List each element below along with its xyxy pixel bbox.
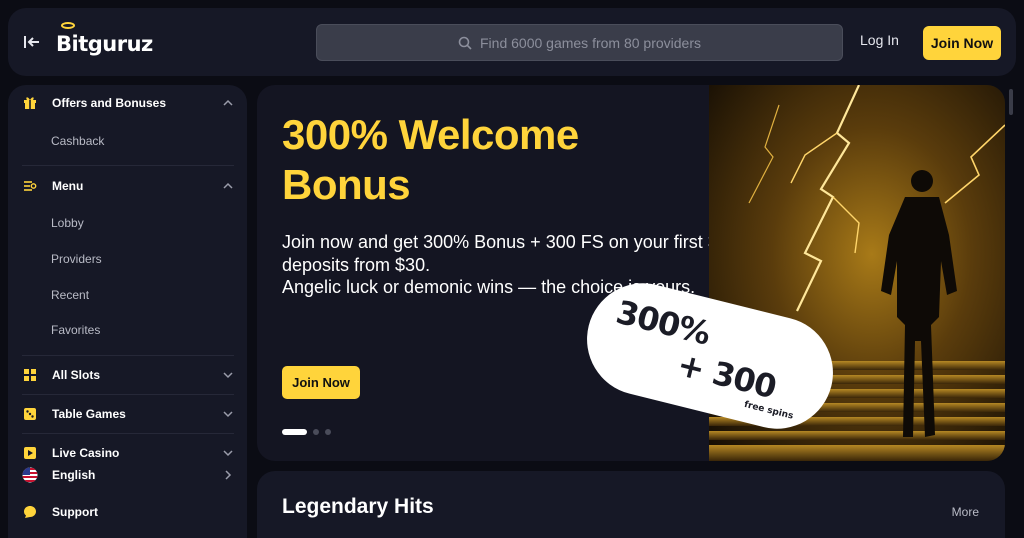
section-title: Legendary Hits xyxy=(282,495,434,518)
sidebar-offers-bonuses[interactable]: Offers and Bonuses xyxy=(22,91,234,115)
login-button[interactable]: Log In xyxy=(860,32,899,48)
sidebar-live-casino[interactable]: Live Casino xyxy=(22,441,234,465)
chevron-down-icon xyxy=(223,372,233,379)
support-link[interactable]: Support xyxy=(22,500,234,524)
sidebar-item-lobby[interactable]: Lobby xyxy=(51,216,84,230)
logo-text: Bitguruz xyxy=(56,22,153,56)
chat-icon xyxy=(22,504,38,520)
dice-icon xyxy=(22,406,38,422)
top-bar: Bitguruz Find 6000 games from 80 provide… xyxy=(8,8,1016,76)
sidebar: Offers and Bonuses Cashback Menu Lobby P… xyxy=(8,85,247,538)
scrollbar[interactable] xyxy=(1009,89,1013,115)
search-placeholder: Find 6000 games from 80 providers xyxy=(480,34,701,51)
badge-percent: 300% xyxy=(612,292,714,353)
collapse-sidebar-icon[interactable] xyxy=(22,32,42,52)
language-selector[interactable]: English xyxy=(22,463,234,487)
chevron-up-icon xyxy=(223,182,233,189)
sidebar-item-recent[interactable]: Recent xyxy=(51,288,89,302)
sidebar-item-cashback[interactable]: Cashback xyxy=(51,134,104,148)
sidebar-menu[interactable]: Menu xyxy=(22,174,234,198)
sidebar-divider xyxy=(22,355,234,356)
chevron-down-icon xyxy=(223,411,233,418)
menu-icon xyxy=(22,178,38,194)
search-icon xyxy=(458,36,472,50)
more-link[interactable]: More xyxy=(952,505,979,519)
banner-title: 300% Welcome Bonus xyxy=(282,111,579,208)
logo-ring xyxy=(61,22,75,29)
sidebar-divider xyxy=(22,394,234,395)
carousel-dot[interactable] xyxy=(325,429,331,435)
chevron-down-icon xyxy=(223,450,233,457)
sidebar-item-favorites[interactable]: Favorites xyxy=(51,323,100,337)
slots-icon xyxy=(22,367,38,383)
sidebar-table-games[interactable]: Table Games xyxy=(22,402,234,426)
logo[interactable]: Bitguruz xyxy=(56,22,153,62)
search-input[interactable]: Find 6000 games from 80 providers xyxy=(316,24,843,61)
legendary-hits-section: Legendary Hits More xyxy=(257,471,1005,538)
carousel-dot[interactable] xyxy=(282,429,307,435)
carousel-dot[interactable] xyxy=(313,429,319,435)
sidebar-divider xyxy=(22,433,234,434)
banner-join-button[interactable]: Join Now xyxy=(282,366,360,399)
chevron-up-icon xyxy=(223,99,233,106)
banner-description-line: Join now and get 300% Bonus + 300 FS on … xyxy=(282,232,718,275)
carousel-dots xyxy=(282,429,331,435)
sidebar-divider xyxy=(22,165,234,166)
us-flag-icon xyxy=(22,467,38,483)
gift-icon xyxy=(22,95,38,111)
badge-spins: + 300 xyxy=(673,345,780,407)
join-button[interactable]: Join Now xyxy=(923,26,1001,60)
sidebar-all-slots[interactable]: All Slots xyxy=(22,363,234,387)
chevron-right-icon xyxy=(225,470,232,480)
play-icon xyxy=(22,445,38,461)
promo-banner: 300% Welcome Bonus Join now and get 300%… xyxy=(257,85,1005,461)
sidebar-item-providers[interactable]: Providers xyxy=(51,252,102,266)
